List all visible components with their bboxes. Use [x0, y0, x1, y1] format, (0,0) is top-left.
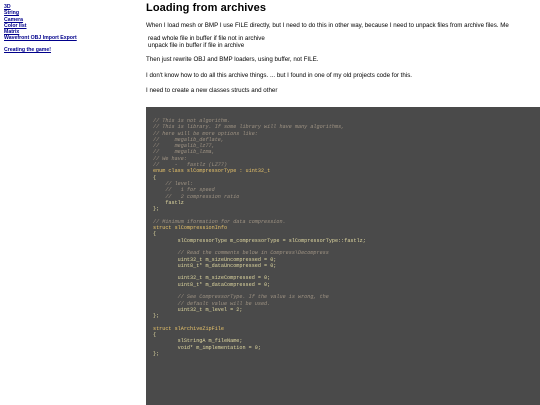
- page-title: Loading from archives: [146, 2, 267, 14]
- paragraph-rewrite: Then just rewrite OBJ and BMP loaders, u…: [146, 56, 319, 63]
- sidebar-nav: 3D String Camera Color list Matrix Wavef…: [4, 4, 114, 53]
- article: Loading from archives When I load mesh o…: [146, 0, 540, 405]
- paragraph-classes: I need to create a new classes structs a…: [146, 87, 278, 94]
- bullet-list: read whole file in buffer if file not in…: [146, 35, 265, 50]
- code-line: };: [153, 350, 160, 357]
- paragraph-archive: I don't know how to do all this archive …: [146, 72, 413, 79]
- code-line: slCompressorType m_compressorType = slCo…: [153, 237, 366, 244]
- list-item: read whole file in buffer if file not in…: [148, 35, 265, 42]
- code-line: // This is library. If some library will…: [153, 124, 345, 131]
- code-lines: // This is not algorithm.// This is libr…: [153, 118, 366, 357]
- code-block: // This is not algorithm.// This is libr…: [146, 107, 540, 405]
- nav-link-creating-the-game[interactable]: Creating the game!: [4, 47, 114, 53]
- list-item: unpack file in buffer if file in archive: [148, 42, 265, 49]
- paragraph-intro: When I load mesh or BMP I use FILE direc…: [146, 22, 509, 29]
